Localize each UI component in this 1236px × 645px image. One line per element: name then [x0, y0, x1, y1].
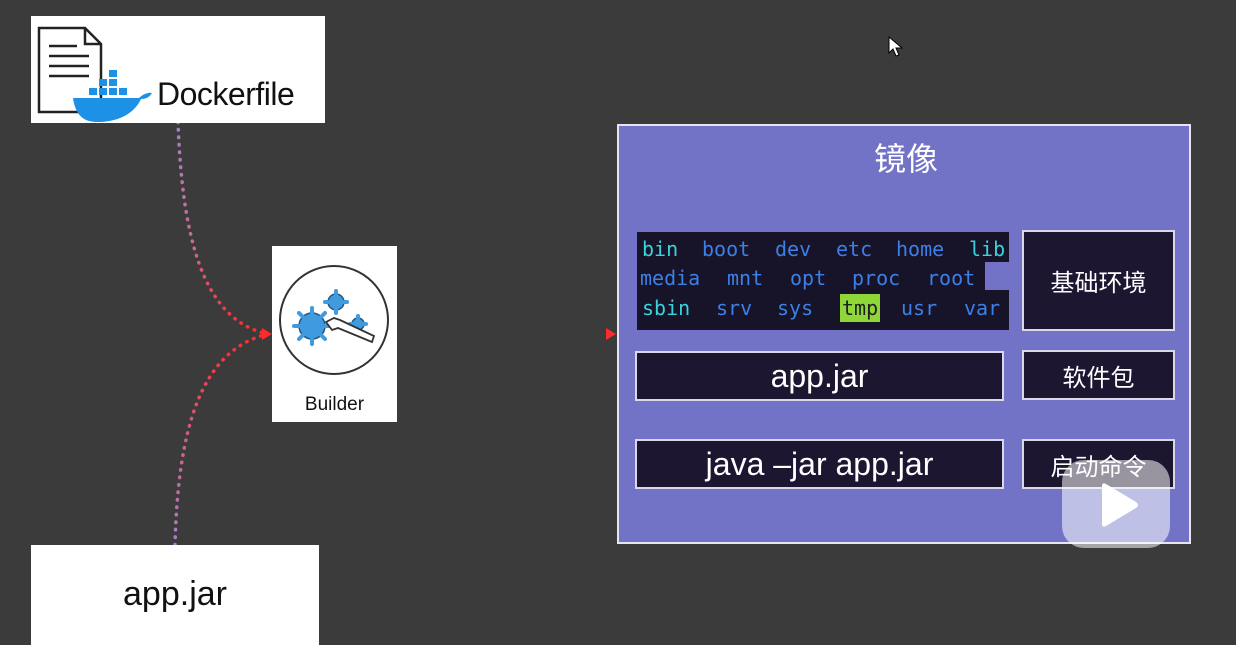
base-env-label-box: 基础环境 [1022, 230, 1175, 331]
rootfs-dir-mnt: mnt [727, 266, 764, 290]
connector-dockerfile-to-builder [176, 120, 270, 336]
builder-card: Builder [272, 246, 397, 422]
layer-app-jar-content: app.jar [770, 357, 869, 394]
layer-app-jar-box: app.jar [635, 351, 1004, 401]
rootfs-dir-usr: usr [901, 296, 938, 320]
rootfs-notch [985, 262, 1009, 290]
rootfs-dir-sbin: sbin [642, 296, 691, 320]
image-title: 镜像 [873, 140, 938, 178]
gears-wrench-icon [279, 265, 389, 375]
base-env-label: 基础环境 [1050, 270, 1147, 297]
rootfs-dir-dev: dev [775, 237, 812, 261]
rootfs-dir-opt: opt [790, 266, 827, 290]
layer-command-content: java –jar app.jar [705, 445, 934, 482]
rootfs-row: sbin srv sys tmp usr var [637, 294, 1009, 322]
connector-jar-to-builder [173, 332, 270, 547]
rootfs-dir-home: home [896, 237, 945, 261]
rootfs-dir-var: var [964, 296, 1001, 320]
rootfs-dir-root: root [927, 266, 976, 290]
source-jar-card: app.jar [31, 545, 319, 645]
rootfs-row: media mnt opt proc root [637, 264, 1009, 292]
rootfs-dir-boot: boot [702, 237, 751, 261]
layer-package-label: 软件包 [1062, 364, 1135, 392]
docker-whale-icon [73, 70, 152, 122]
rootfs-row: bin boot dev etc home lib [637, 235, 1009, 263]
mouse-cursor-icon [888, 36, 904, 57]
layer-package-label-box: 软件包 [1022, 350, 1175, 400]
rootfs-listing: bin boot dev etc home lib media mnt opt proc root s… [637, 232, 1009, 330]
dockerfile-card: Dockerfile [31, 16, 325, 123]
builder-label: Builder [304, 394, 365, 415]
rootfs-dir-tmp: tmp [840, 294, 881, 322]
rootfs-dir-lib: lib [969, 237, 1006, 261]
dockerfile-label: Dockerfile [157, 76, 295, 112]
rootfs-dir-bin: bin [642, 237, 679, 261]
source-jar-label: app.jar [123, 575, 227, 613]
play-overlay-button[interactable] [1062, 460, 1170, 548]
play-icon [1102, 483, 1138, 527]
layer-command-box: java –jar app.jar [635, 439, 1004, 489]
arrowhead-into-image [606, 328, 616, 340]
rootfs-dir-etc: etc [836, 237, 873, 261]
arrowhead-into-builder [262, 328, 272, 340]
rootfs-dir-srv: srv [716, 296, 753, 320]
rootfs-dir-sys: sys [777, 296, 814, 320]
rootfs-dir-media: media [640, 266, 701, 290]
rootfs-dir-proc: proc [852, 266, 901, 290]
